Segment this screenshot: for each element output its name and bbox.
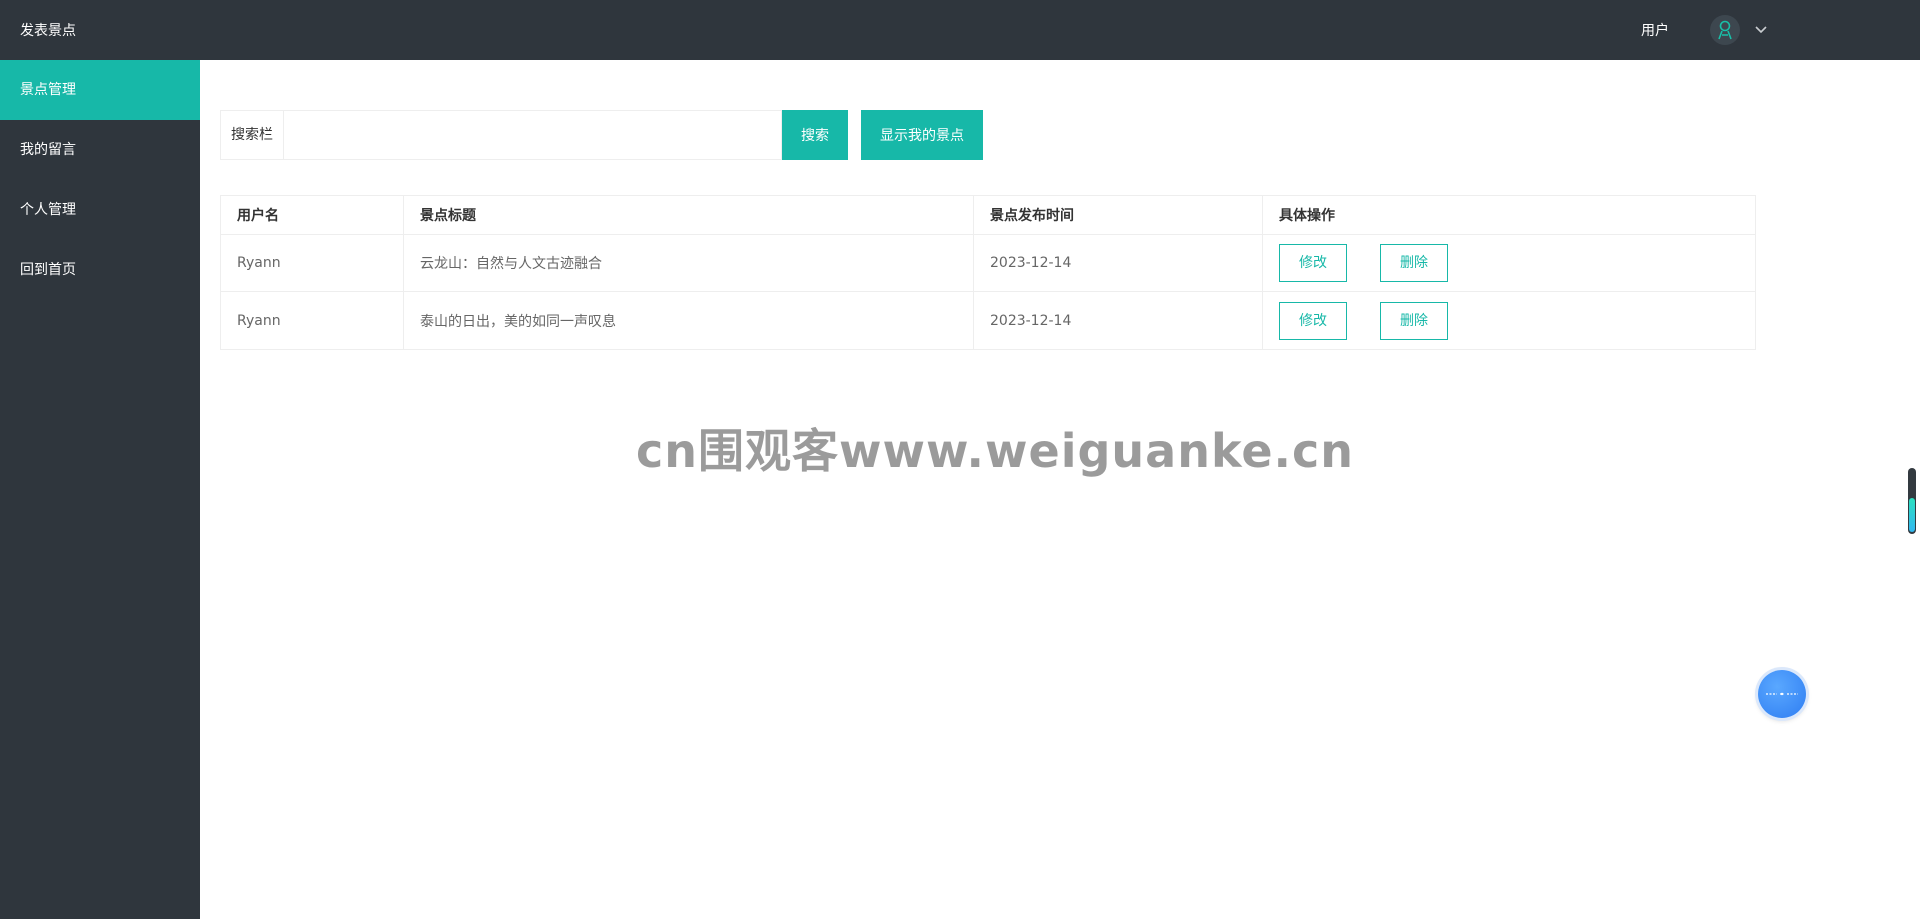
sidebar-item-label: 个人管理 [20, 202, 76, 218]
cell-username: Ryann [221, 292, 404, 349]
sidebar-item-personal-management[interactable]: 个人管理 [0, 180, 200, 240]
column-header-title: 景点标题 [404, 196, 974, 234]
brand-title[interactable]: 发表景点 [20, 20, 76, 40]
table-header-row: 用户名 景点标题 景点发布时间 具体操作 [221, 196, 1755, 235]
avatar[interactable] [1710, 15, 1740, 45]
cell-title: 泰山的日出，美的如同一声叹息 [404, 292, 974, 349]
cell-date: 2023-12-14 [974, 292, 1263, 349]
sidebar-item-my-messages[interactable]: 我的留言 [0, 120, 200, 180]
column-header-actions: 具体操作 [1279, 208, 1335, 224]
top-header: 发表景点 用户 [0, 0, 1920, 60]
column-header-date: 景点发布时间 [974, 196, 1263, 234]
edit-button[interactable]: 修改 [1279, 301, 1347, 340]
cell-title: 云龙山：自然与人文古迹融合 [404, 235, 974, 291]
show-my-spots-button[interactable]: 显示我的景点 [861, 110, 983, 160]
spots-table: 用户名 景点标题 景点发布时间 具体操作 Ryann 云龙山：自然与人文古迹融合… [220, 195, 1756, 350]
avatar-icon [1718, 20, 1732, 40]
assistant-icon [1766, 692, 1798, 696]
cell-actions: 修改 删除 [1263, 292, 1755, 349]
cell-username: Ryann [221, 235, 404, 291]
sidebar: 景点管理 我的留言 个人管理 回到首页 [0, 60, 200, 919]
edit-button[interactable]: 修改 [1279, 244, 1347, 282]
cell-date: 2023-12-14 [974, 235, 1263, 291]
sidebar-item-back-home[interactable]: 回到首页 [0, 240, 200, 300]
search-label: 搜索栏 [221, 111, 284, 159]
search-bar: 搜索栏 [220, 110, 782, 160]
sidebar-item-label: 回到首页 [20, 262, 76, 278]
table-row: Ryann 泰山的日出，美的如同一声叹息 2023-12-14 修改 删除 [221, 292, 1755, 349]
user-menu-label[interactable]: 用户 [1641, 20, 1669, 40]
sidebar-item-label: 景点管理 [20, 82, 76, 98]
scroll-indicator[interactable] [1908, 468, 1916, 534]
search-input[interactable] [285, 111, 781, 159]
delete-button[interactable]: 删除 [1380, 301, 1448, 340]
sidebar-item-spot-management[interactable]: 景点管理 [0, 60, 200, 120]
floating-assistant-button[interactable] [1758, 670, 1806, 718]
table-row: Ryann 云龙山：自然与人文古迹融合 2023-12-14 修改 删除 [221, 235, 1755, 292]
delete-button[interactable]: 删除 [1380, 244, 1448, 282]
cell-actions: 修改 删除 [1263, 235, 1755, 291]
scroll-indicator-fill [1909, 498, 1915, 532]
column-header-username: 用户名 [221, 196, 404, 234]
sidebar-item-label: 我的留言 [20, 142, 76, 158]
watermark-text: cn围观客www.weiguanke.cn [636, 424, 1355, 478]
chevron-down-icon[interactable] [1752, 20, 1770, 38]
search-button[interactable]: 搜索 [782, 110, 848, 160]
